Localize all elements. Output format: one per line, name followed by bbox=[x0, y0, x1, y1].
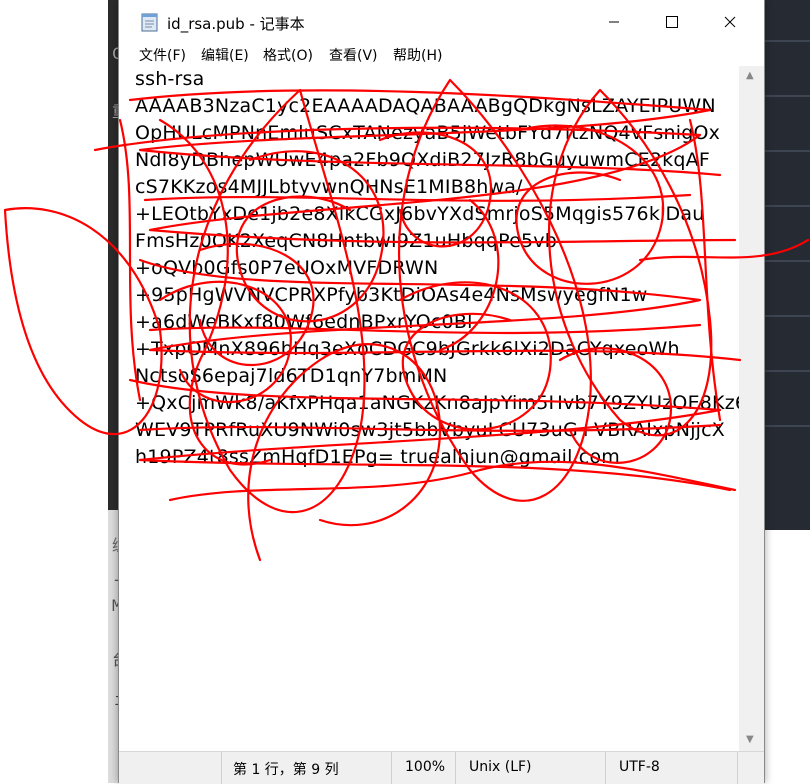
maximize-icon bbox=[666, 13, 678, 32]
editor-line: OpHULcMPNnEmluSCxTANezyaB5jWetbFYd7ftzNQ… bbox=[135, 122, 721, 144]
title-bar[interactable]: id_rsa.pub - 记事本 bbox=[119, 0, 764, 44]
line-ending: Unix (LF) bbox=[469, 759, 532, 775]
editor-line: FmsHz0OK2XeqCN8HntbwI9Z1uHbqqPe5vb bbox=[135, 230, 558, 252]
scroll-up-icon[interactable]: ▲ bbox=[746, 70, 754, 81]
menu-bar: 文件(F) 编辑(E) 格式(O) 查看(V) 帮助(H) bbox=[119, 44, 764, 66]
editor-line: h19PZ4t8ssZmHqfD1EPg= truealhjun@gmail.c… bbox=[135, 446, 620, 468]
editor-line: +a6dWeBKxf80Wf6ednBPxrYOc0Bl bbox=[135, 311, 473, 333]
editor-line: AAAAB3NzaC1yc2EAAAADAQABAAABgQDkgNsLZAYE… bbox=[135, 95, 716, 117]
editor-line: +QxCjmWk8/aKfxPHqa1aNGKzKn8aJpYim5Hvb7Y9… bbox=[135, 392, 763, 414]
menu-view[interactable]: 查看(V) bbox=[329, 45, 378, 65]
background-terminal bbox=[0, 0, 120, 783]
zoom-level: 100% bbox=[405, 759, 446, 775]
editor-line: ssh-rsa bbox=[135, 68, 211, 90]
editor-line: WEV9TPRfRuXU9NWi0sw3jt5bbVbyuLCU73uG+VBR… bbox=[135, 419, 726, 441]
editor-line: +TxpOMnX896bHq3eXoCDGC9bJGrkk6lXi2DaCYqx… bbox=[135, 338, 680, 360]
editor-line: NdI8yDBhepWUwE4pa2Fb9QXdiB27JzR8bGuyuwmC… bbox=[135, 149, 710, 171]
editor-line: +oQVb0Gfs0P7eUOxMVFDRWN bbox=[135, 257, 439, 279]
status-bar: 第 1 行，第 9 列 100% Unix (LF) UTF-8 bbox=[119, 751, 764, 784]
editor-line: cS7KKzos4MJJLbtyvwnQHNsE1MIB8hwa/ bbox=[135, 176, 523, 198]
window-title: id_rsa.pub - 记事本 bbox=[167, 15, 305, 33]
menu-edit[interactable]: 编辑(E) bbox=[201, 45, 249, 65]
encoding: UTF-8 bbox=[619, 759, 660, 775]
editor-line: +95pHgWVNVCPRXPfyb3KtDiOAs4e4NsMswyegfN1… bbox=[135, 284, 648, 306]
editor-line: +LEOtbYxDe1jb2e8XlkCGxJ6bvYXdSmrjoS5Mqgi… bbox=[135, 203, 705, 225]
notepad-icon bbox=[141, 12, 159, 32]
minimize-icon bbox=[608, 13, 620, 32]
close-button[interactable] bbox=[701, 0, 759, 44]
background-right-window bbox=[763, 0, 810, 530]
cursor-position: 第 1 行，第 9 列 bbox=[233, 762, 339, 778]
close-icon bbox=[724, 13, 736, 32]
menu-format[interactable]: 格式(O) bbox=[263, 45, 313, 65]
editor-line: NctsoS6epaj7ld6TD1qnY7bmMN bbox=[135, 365, 448, 387]
menu-file[interactable]: 文件(F) bbox=[139, 45, 186, 65]
notepad-window: id_rsa.pub - 记事本 文件(F) 编辑(E) 格式(O) 查看(V)… bbox=[118, 0, 765, 784]
minimize-button[interactable] bbox=[585, 0, 643, 44]
scroll-down-icon[interactable]: ▼ bbox=[746, 734, 754, 745]
menu-help[interactable]: 帮助(H) bbox=[393, 45, 442, 65]
text-editor[interactable]: ssh-rsa AAAAB3NzaC1yc2EAAAADAQABAAABgQDk… bbox=[119, 66, 764, 751]
maximize-button[interactable] bbox=[643, 0, 701, 44]
vertical-scrollbar[interactable]: ▲ ▼ bbox=[739, 66, 764, 751]
